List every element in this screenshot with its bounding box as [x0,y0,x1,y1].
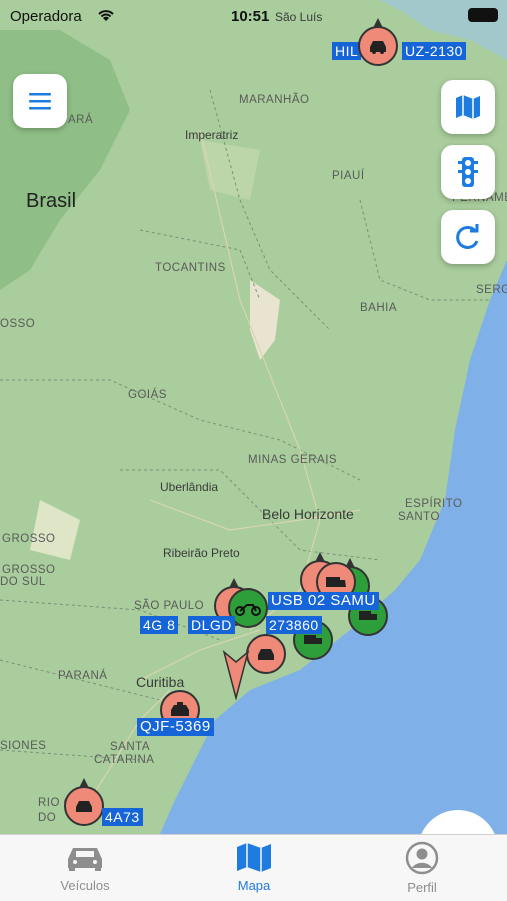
vehicle-label[interactable]: 4A73 [102,808,143,826]
ambulance-icon [326,577,346,587]
truck-icon [359,611,377,620]
map-label-region: MINAS GERAIS [248,454,338,466]
refresh-button[interactable] [441,210,495,264]
map-label-region: CATARINA [94,754,155,766]
vehicle-marker[interactable] [358,18,398,66]
current-location-arrow-icon [222,650,250,700]
vehicle-marker[interactable] [246,634,286,674]
vehicle-label[interactable]: 4G 8 [140,616,179,634]
map-label-region: DO SUL [0,576,46,588]
car-icon [76,801,92,812]
vehicle-label[interactable]: UZ-2130 [402,42,466,60]
map-label-country: Brasil [26,190,77,212]
map-label-region: DO [38,812,57,824]
tab-mapa[interactable]: Mapa [194,841,314,893]
map-label-region: SANTO [398,511,440,523]
truck-icon [304,635,322,644]
vehicle-label[interactable]: QJF-5369 [137,718,214,736]
vehicle-label[interactable]: HIL [332,42,362,60]
map-label-region: GROSSO [2,533,56,545]
menu-icon [29,93,51,110]
map-label-city: Belo Horizonte [262,506,354,522]
vehicle-label[interactable]: DLGD [188,616,235,634]
refresh-icon [456,224,479,249]
vehicle-label[interactable]: 273860 [266,616,322,634]
car-icon [370,41,386,54]
clock: 10:51 [231,8,270,25]
motorcycle-icon [235,604,261,616]
map-label-city: Ribeirão Preto [163,546,240,560]
map-label-region: GOIÁS [128,389,167,401]
traffic-light-icon [458,157,478,187]
menu-button[interactable] [13,74,67,128]
wifi-icon [98,10,114,21]
tab-perfil[interactable]: Perfil [362,841,482,895]
map-label-region: SÃO PAULO [134,600,205,612]
vehicle-label[interactable]: USB 02 SAMU [268,592,379,610]
status-bar: Operadora 10:51 [0,0,507,32]
tab-veiculos[interactable]: Veículos [25,841,145,893]
map-label-region: PARANÁ [58,670,108,682]
taxi-icon [171,702,189,716]
map-label-region: ARÁ [68,114,94,126]
map-label-region: MARANHÃO [239,94,310,106]
map-label-region: PIAUÍ [332,170,365,182]
battery-icon [468,8,498,22]
car-icon [68,848,102,871]
map-label-city: Curitiba [136,674,185,690]
person-icon [405,841,439,875]
map-label-region: OSSO [0,318,36,330]
map-label-city: Uberlândia [160,480,219,494]
tab-label: Veículos [60,878,110,893]
traffic-button[interactable] [441,145,495,199]
map-label-region: SIONES [0,740,47,752]
map-label-region: TOCANTINS [155,262,226,274]
map-icon [237,843,271,872]
car-icon [258,649,274,660]
map-label-region: BAHIA [360,302,398,314]
tab-label: Mapa [237,878,271,893]
carrier-name: Operadora [10,8,82,25]
map-type-button[interactable] [441,80,495,134]
map-icon [456,95,480,119]
vehicle-marker[interactable] [64,778,104,826]
map-view[interactable]: MARANHÃO PIAUÍ PERNAMBU ARÁ TOCANTINS BA… [0,0,507,834]
map-label-region: SANTA [110,741,150,753]
map-label-city: Imperatriz [185,128,239,142]
tab-bar: Veículos Mapa Perfil [0,834,507,901]
map-label-region: GROSSO [2,564,56,576]
map-label-region: ESPÍRITO [405,498,463,510]
tab-label: Perfil [407,880,437,895]
map-label-region: SERG [476,284,507,296]
